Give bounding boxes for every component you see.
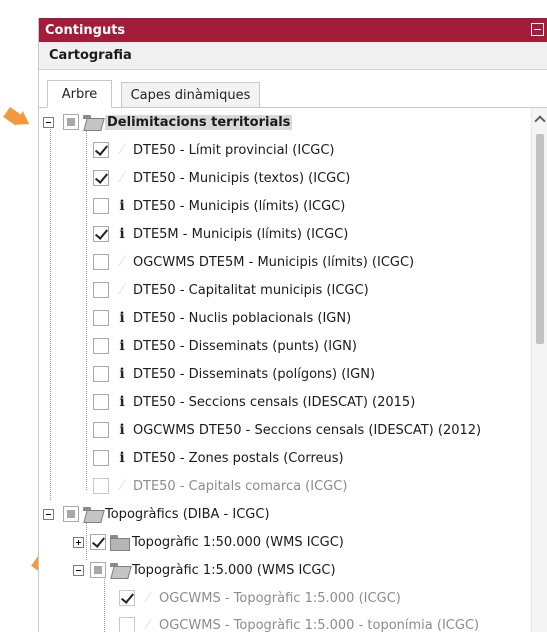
tree-item[interactable]: ⁄ DTE50 - Límit provincial (ICGC)	[93, 139, 529, 161]
folder-icon	[110, 535, 130, 551]
info-icon[interactable]: i	[115, 422, 129, 438]
checkbox-icon[interactable]	[119, 590, 135, 606]
tree-item-label: OGCWMS - Topogràfic 1:5.000 (ICGC)	[159, 590, 401, 606]
tree-subgroup-label: Topogràfic 1:50.000 (WMS ICGC)	[132, 534, 344, 550]
collapse-icon[interactable]	[531, 23, 544, 36]
tree-group-delimitacions[interactable]: Delimitacions territorials	[43, 111, 529, 133]
checkbox-icon[interactable]	[93, 198, 109, 214]
folder-icon	[110, 563, 128, 577]
tab-bar: Arbre Capes dinàmiques	[39, 70, 547, 108]
tree-group-topografics[interactable]: Topogràfics (DIBA - ICGC)	[43, 503, 529, 525]
layer-tree: Delimitacions territorials ⁄ DTE50 - Lím…	[39, 108, 547, 632]
info-icon[interactable]: i	[115, 310, 129, 326]
tree-item[interactable]: i DTE50 - Zones postals (Correus)	[93, 447, 529, 469]
tree-item-label: OGCWMS - Topogràfic 1:5.000 - toponímia …	[159, 617, 480, 632]
info-icon: ⁄	[120, 142, 124, 158]
tree-item[interactable]: ⁄ DTE50 - Capitals comarca (ICGC)	[93, 475, 529, 497]
info-icon: ⁄	[120, 282, 124, 298]
tree-item-label: DTE5M - Municipis (límits) (ICGC)	[133, 226, 349, 242]
tree-item-label: DTE50 - Capitalitat municipis (ICGC)	[133, 282, 369, 298]
info-icon[interactable]: i	[115, 450, 129, 466]
checkbox-icon[interactable]	[93, 338, 109, 354]
info-icon[interactable]: i	[115, 338, 129, 354]
checkbox-icon[interactable]	[63, 506, 79, 522]
tree-item[interactable]: ⁄ OGCWMS - Topogràfic 1:5.000 - toponími…	[119, 614, 529, 632]
folder-icon	[83, 115, 101, 129]
expand-toggle-icon[interactable]	[73, 564, 84, 576]
contents-panel: Continguts Cartografia Arbre Capes dinàm…	[38, 18, 547, 632]
info-icon: ⁄	[120, 254, 124, 270]
tree-subgroup-topo-50000[interactable]: Topogràfic 1:50.000 (WMS ICGC)	[73, 531, 529, 553]
tree-item[interactable]: i OGCWMS DTE50 - Seccions censals (IDESC…	[93, 419, 529, 441]
tree-connector	[104, 572, 105, 632]
scroll-up-icon[interactable]	[535, 114, 545, 124]
tree-item[interactable]: ⁄ DTE50 - Municipis (textos) (ICGC)	[93, 167, 529, 189]
tree-item[interactable]: i DTE50 - Municipis (límits) (ICGC)	[93, 195, 529, 217]
checkbox-icon[interactable]	[93, 282, 109, 298]
tree-item-label: DTE50 - Disseminats (polígons) (IGN)	[133, 366, 376, 382]
checkbox-icon[interactable]	[63, 114, 79, 130]
panel-titlebar: Continguts	[39, 18, 547, 42]
tree-item-label: DTE50 - Nuclis poblacionals (IGN)	[133, 310, 352, 326]
panel-title: Continguts	[45, 22, 126, 38]
tree-item[interactable]: i DTE50 - Disseminats (punts) (IGN)	[93, 335, 529, 357]
tree-item[interactable]: i DTE50 - Disseminats (polígons) (IGN)	[93, 363, 529, 385]
tree-connector	[86, 122, 87, 490]
tree-item-label: DTE50 - Límit provincial (ICGC)	[133, 142, 335, 158]
tree-item-label: DTE50 - Zones postals (Correus)	[133, 450, 344, 466]
checkbox-icon[interactable]	[93, 226, 109, 242]
expand-toggle-icon[interactable]	[43, 116, 54, 128]
tree-item[interactable]: i DTE5M - Municipis (límits) (ICGC)	[93, 223, 529, 245]
checkbox-icon[interactable]	[93, 478, 109, 494]
tree-item-label: DTE50 - Disseminats (punts) (IGN)	[133, 338, 357, 354]
section-header[interactable]: Cartografia	[39, 42, 547, 70]
tree-subgroup-topo-5000[interactable]: Topogràfic 1:5.000 (WMS ICGC)	[73, 559, 529, 581]
checkbox-icon[interactable]	[93, 422, 109, 438]
info-icon: ⁄	[146, 590, 150, 606]
checkbox-icon[interactable]	[93, 394, 109, 410]
folder-icon	[83, 507, 101, 521]
checkbox-icon[interactable]	[90, 534, 106, 550]
info-icon[interactable]: i	[115, 198, 129, 214]
tree-item-label: OGCWMS DTE5M - Municipis (límits) (ICGC)	[133, 254, 415, 270]
info-icon: ⁄	[146, 617, 150, 632]
checkbox-icon[interactable]	[93, 254, 109, 270]
tree-item-label: DTE50 - Municipis (textos) (ICGC)	[133, 170, 351, 186]
vertical-scrollbar[interactable]	[531, 108, 547, 632]
tree-item[interactable]: ⁄ OGCWMS DTE5M - Municipis (límits) (ICG…	[93, 251, 529, 273]
tree-connector	[50, 122, 51, 500]
checkbox-icon[interactable]	[93, 142, 109, 158]
tree-item[interactable]: i DTE50 - Nuclis poblacionals (IGN)	[93, 307, 529, 329]
tree-item[interactable]: i DTE50 - Seccions censals (IDESCAT) (20…	[93, 391, 529, 413]
expand-toggle-icon[interactable]	[43, 508, 54, 520]
tree-subgroup-label: Topogràfic 1:5.000 (WMS ICGC)	[132, 562, 336, 578]
checkbox-icon[interactable]	[93, 366, 109, 382]
info-icon[interactable]: i	[115, 366, 129, 382]
tab-capes-dinamiques[interactable]: Capes dinàmiques	[121, 82, 260, 108]
tree-item-label: DTE50 - Capitals comarca (ICGC)	[133, 478, 348, 494]
tree-group-label: Delimitacions territorials	[105, 114, 293, 130]
section-title: Cartografia	[49, 48, 132, 63]
tree-item[interactable]: ⁄ OGCWMS - Topogràfic 1:5.000 (ICGC)	[119, 587, 529, 609]
expand-toggle-icon[interactable]	[73, 536, 84, 548]
tree-item-label: DTE50 - Seccions censals (IDESCAT) (2015…	[133, 394, 416, 410]
tree-group-label: Topogràfics (DIBA - ICGC)	[105, 506, 270, 522]
checkbox-icon[interactable]	[119, 617, 135, 632]
tree-item-label: DTE50 - Municipis (límits) (ICGC)	[133, 198, 346, 214]
tree-item-label: OGCWMS DTE50 - Seccions censals (IDESCAT…	[133, 422, 482, 438]
info-icon: ⁄	[120, 478, 124, 494]
arrow-pointer-icon	[8, 107, 34, 127]
checkbox-icon[interactable]	[93, 450, 109, 466]
info-icon: ⁄	[120, 170, 124, 186]
checkbox-icon[interactable]	[90, 562, 106, 578]
checkbox-icon[interactable]	[93, 170, 109, 186]
tab-arbre[interactable]: Arbre	[47, 80, 112, 108]
tree-item[interactable]: ⁄ DTE50 - Capitalitat municipis (ICGC)	[93, 279, 529, 301]
info-icon[interactable]: i	[115, 226, 129, 242]
scroll-thumb[interactable]	[536, 134, 544, 344]
checkbox-icon[interactable]	[93, 310, 109, 326]
info-icon[interactable]: i	[115, 394, 129, 410]
